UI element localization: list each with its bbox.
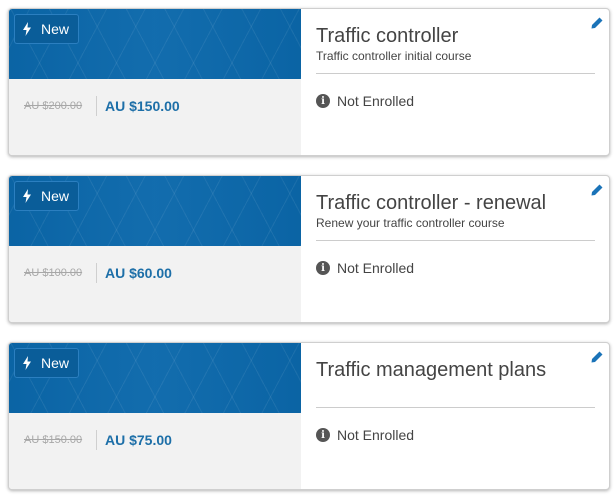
sale-price: AU $60.00 (105, 265, 172, 281)
course-banner: New (9, 343, 301, 413)
info-icon: i (316, 428, 330, 442)
new-badge: New (14, 348, 80, 378)
info-icon: i (316, 94, 330, 108)
sale-price: AU $75.00 (105, 432, 172, 448)
course-title[interactable]: Traffic management plans (316, 359, 546, 382)
pencil-icon[interactable] (591, 17, 603, 29)
divider (316, 240, 595, 241)
pencil-icon[interactable] (591, 184, 603, 196)
course-banner: New (9, 9, 301, 79)
bolt-icon (23, 22, 31, 36)
course-card-left: New AU $150.00 AU $75.00 (9, 343, 301, 489)
course-card[interactable]: New AU $150.00 AU $75.00 Traffic managem… (8, 342, 610, 490)
original-price: AU $150.00 (24, 434, 83, 446)
new-badge: New (14, 14, 80, 44)
course-card[interactable]: New AU $200.00 AU $150.00 Traffic contro… (8, 8, 610, 156)
divider (316, 407, 595, 408)
price-divider (96, 263, 97, 283)
enrollment-status: i Not Enrolled (316, 427, 414, 443)
course-card-right: Traffic controller - renewal Renew your … (301, 176, 609, 322)
enrollment-status: i Not Enrolled (316, 260, 414, 276)
status-label: Not Enrolled (337, 427, 415, 443)
course-banner: New (9, 176, 301, 246)
course-card-right: Traffic management plans i Not Enrolled (301, 343, 609, 489)
new-badge: New (14, 181, 80, 211)
price-divider (96, 96, 97, 116)
sale-price: AU $150.00 (105, 98, 180, 114)
original-price: AU $100.00 (24, 267, 83, 279)
course-title[interactable]: Traffic controller (316, 25, 458, 48)
course-card[interactable]: New AU $100.00 AU $60.00 Traffic control… (8, 175, 610, 323)
course-subtitle: Renew your traffic controller course (316, 216, 505, 230)
bolt-icon (23, 189, 31, 203)
course-card-right: Traffic controller Traffic controller in… (301, 9, 609, 155)
badge-label: New (41, 21, 70, 37)
price-row: AU $150.00 AU $75.00 (24, 430, 172, 450)
price-row: AU $200.00 AU $150.00 (24, 96, 180, 116)
info-icon: i (316, 261, 330, 275)
course-subtitle: Traffic controller initial course (316, 49, 472, 63)
course-title[interactable]: Traffic controller - renewal (316, 192, 546, 215)
bolt-icon (23, 356, 31, 370)
enrollment-status: i Not Enrolled (316, 93, 414, 109)
original-price: AU $200.00 (24, 100, 83, 112)
divider (316, 73, 595, 74)
badge-label: New (41, 355, 70, 371)
status-label: Not Enrolled (337, 260, 415, 276)
price-row: AU $100.00 AU $60.00 (24, 263, 172, 283)
course-card-left: New AU $100.00 AU $60.00 (9, 176, 301, 322)
pencil-icon[interactable] (591, 351, 603, 363)
price-divider (96, 430, 97, 450)
course-card-left: New AU $200.00 AU $150.00 (9, 9, 301, 155)
badge-label: New (41, 188, 70, 204)
status-label: Not Enrolled (337, 93, 415, 109)
